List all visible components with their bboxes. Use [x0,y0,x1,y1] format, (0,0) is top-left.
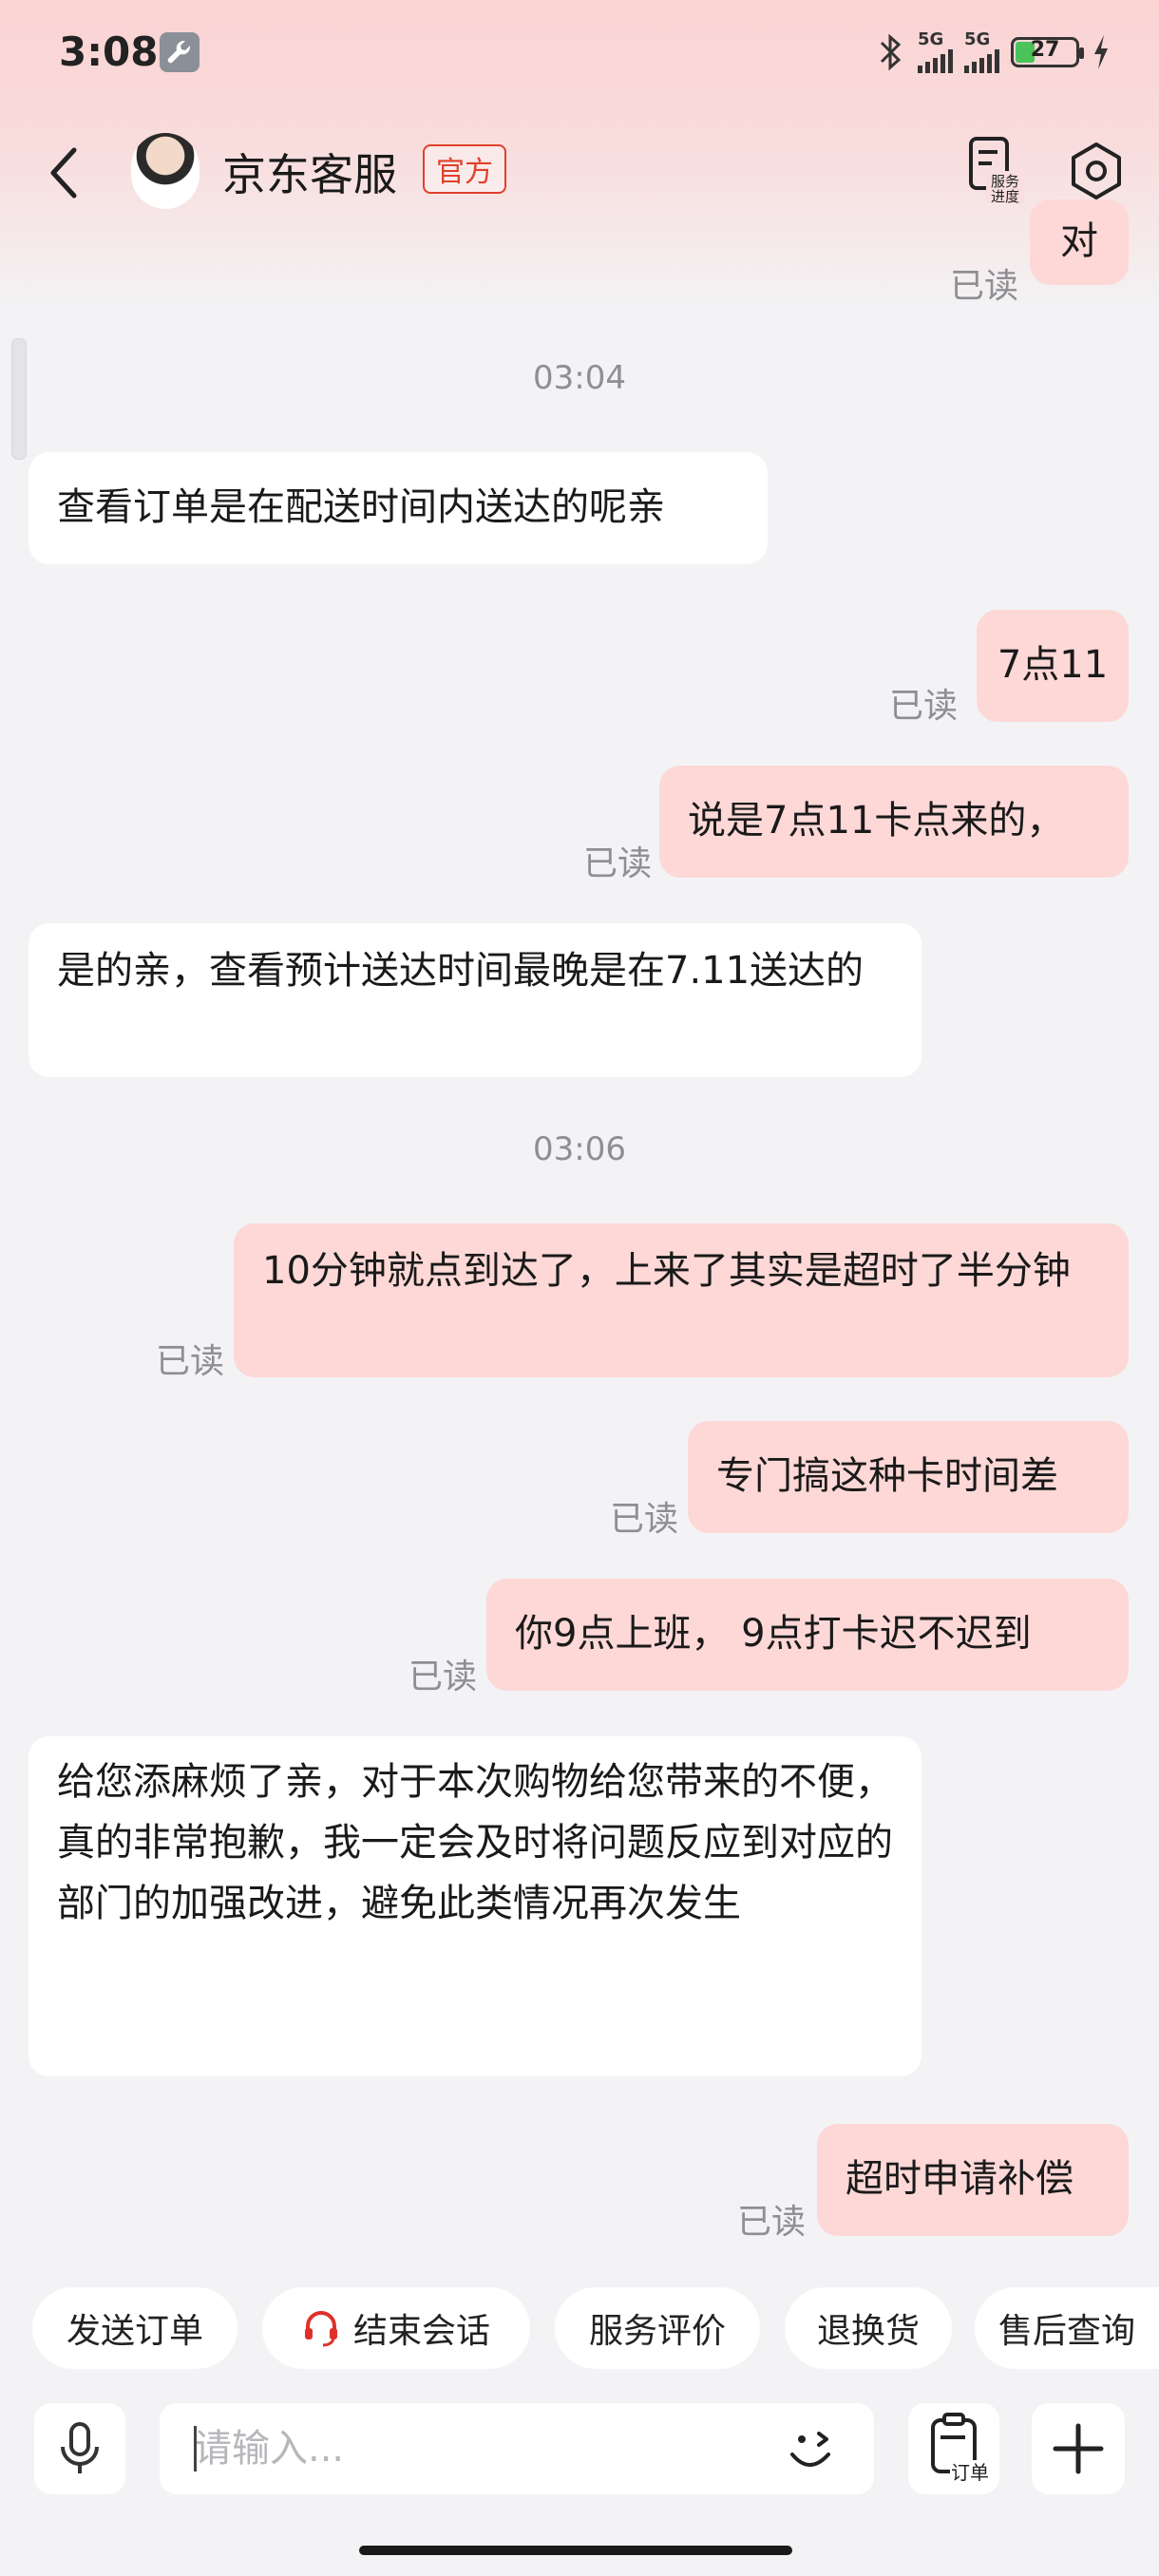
send-order-label: 发送订单 [66,2312,203,2351]
message-text: 是的亲，查看预计送达时间最晚是在7.11送达的 [57,949,864,993]
signal-icon-1: 5G [918,31,953,73]
end-session-button[interactable]: 结束会话 [262,2287,530,2369]
message-outgoing[interactable]: 说是7点11卡点来的， [659,766,1129,878]
after-sales-query-label: 售后查询 [998,2312,1135,2351]
read-receipt: 已读 [737,2203,807,2242]
read-receipt: 已读 [610,1500,679,1539]
order-button[interactable]: 订单 [908,2403,999,2494]
end-session-label: 结束会话 [352,2312,490,2351]
headset-icon [304,2311,337,2347]
message-text: 专门搞这种卡时间差 [716,1454,1058,1498]
wrench-icon [160,32,200,72]
message-outgoing[interactable]: 超时申请补偿 [817,2124,1129,2236]
chat-messages[interactable]: 对 已读 03:04 查看订单是在配送时间内送达的呢亲 7点11 已读 说是7点… [0,199,1159,2242]
message-text: 查看订单是在配送时间内送达的呢亲 [57,485,665,529]
battery-icon: 27 [1011,37,1084,67]
plus-icon [1053,2423,1104,2474]
message-outgoing[interactable]: 7点11 [977,610,1129,722]
status-bar: 3:08 5G 5G 27 [0,0,1159,104]
status-icons: 5G 5G 27 [874,28,1112,76]
service-rating-button[interactable]: 服务评价 [555,2287,760,2369]
service-progress-icon[interactable]: 服务 进度 [967,135,1024,203]
send-order-button[interactable]: 发送订单 [32,2287,238,2369]
message-text: 你9点上班， 9点打卡迟不迟到 [515,1612,1032,1656]
input-bar: 订单 [0,2403,1159,2498]
message-incoming[interactable]: 给您添麻烦了亲，对于本次购物给您带来的不便，真的非常抱歉，我一定会及时将问题反应… [28,1736,922,2076]
read-receipt: 已读 [950,267,1019,306]
message-incoming[interactable]: 查看订单是在配送时间内送达的呢亲 [28,452,768,564]
add-button[interactable] [1032,2403,1125,2494]
message-text: 说是7点11卡点来的， [688,799,1065,843]
message-outgoing[interactable]: 对 [1030,199,1129,285]
charging-icon [1094,35,1108,69]
page-title: 京东客服 [222,149,397,200]
message-text: 超时申请补偿 [846,2157,1074,2201]
service-rating-label: 服务评价 [588,2312,726,2351]
emoji-icon[interactable] [781,2420,842,2481]
scrollbar[interactable] [11,338,27,460]
settings-icon[interactable] [1066,141,1127,201]
voice-button[interactable] [34,2403,125,2494]
message-outgoing[interactable]: 专门搞这种卡时间差 [688,1421,1129,1533]
timestamp: 03:06 [533,1130,626,1168]
agent-avatar[interactable] [131,133,200,209]
text-caret [194,2426,197,2472]
read-receipt: 已读 [889,687,959,726]
order-label: 订单 [951,2461,989,2484]
message-outgoing[interactable]: 你9点上班， 9点打卡迟不迟到 [486,1579,1129,1691]
read-receipt: 已读 [408,1657,478,1696]
after-sales-query-button[interactable]: 售后查询 [975,2287,1159,2369]
order-icon: 订单 [931,2413,990,2485]
official-badge: 官方 [423,144,506,194]
microphone-icon [61,2422,99,2473]
status-time: 3:08 [59,28,159,75]
message-text: 7点11 [997,643,1109,687]
message-input[interactable] [160,2403,874,2494]
timestamp: 03:04 [533,359,626,397]
read-receipt: 已读 [156,1342,225,1381]
message-incoming[interactable]: 是的亲，查看预计送达时间最晚是在7.11送达的 [28,923,922,1077]
message-text: 对 [1060,219,1098,263]
message-text: 给您添麻烦了亲，对于本次购物给您带来的不便，真的非常抱歉，我一定会及时将问题反应… [57,1760,893,1925]
service-progress-label-2: 进度 [991,188,1019,203]
read-receipt: 已读 [583,844,653,883]
bluetooth-icon [880,33,902,71]
sim1-label: 5G [918,29,944,49]
message-outgoing[interactable]: 10分钟就点到达了，上来了其实是超时了半分钟 [234,1223,1129,1377]
quick-actions: 发送订单 结束会话 服务评价 退换货 售后查询 [0,2287,1159,2378]
signal-icon-2: 5G [964,31,999,73]
message-text: 10分钟就点到达了，上来了其实是超时了半分钟 [262,1249,1071,1293]
chat-header: 京东客服 官方 服务 进度 [0,114,1159,228]
sim2-label: 5G [964,29,991,49]
back-icon[interactable] [42,142,87,203]
battery-level: 27 [1030,38,1060,62]
home-indicator[interactable] [359,2546,792,2555]
return-exchange-label: 退换货 [816,2312,920,2351]
return-exchange-button[interactable]: 退换货 [785,2287,952,2369]
